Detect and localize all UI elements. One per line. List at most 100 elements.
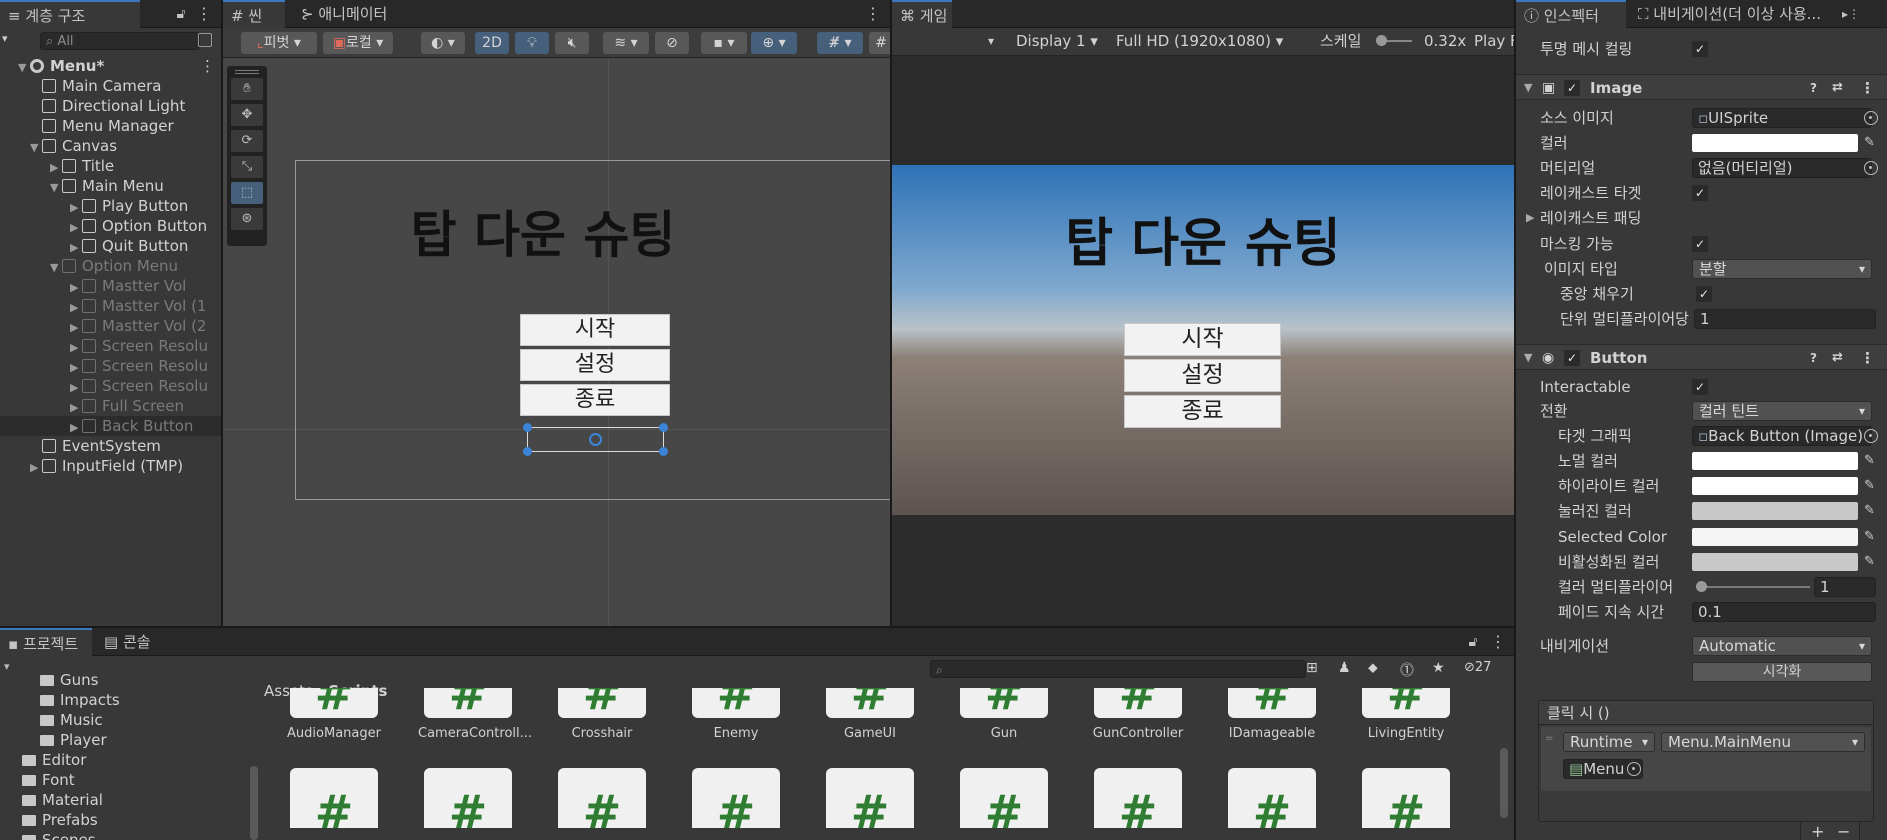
folder-item[interactable]: Player <box>0 730 258 750</box>
hierarchy-search-input[interactable]: ⌕ All <box>40 32 200 50</box>
pressed-eyedropper-icon[interactable]: ✎ <box>1864 500 1875 522</box>
color-multiplier-thumb[interactable] <box>1696 581 1707 592</box>
script-asset[interactable]: # CameraControll... <box>418 688 532 741</box>
handle-br[interactable] <box>659 447 668 456</box>
expand-right-icon[interactable]: ▶ <box>70 378 82 398</box>
expand-down-icon[interactable]: ▼ <box>50 178 62 198</box>
hierarchy-item[interactable]: ▶ Title <box>0 156 221 176</box>
culling-checkbox[interactable]: ✓ <box>1692 41 1708 57</box>
handle-tr[interactable] <box>659 423 668 432</box>
hierarchy-item[interactable]: Main Camera <box>0 76 221 96</box>
fade-duration-field[interactable]: 0.1 <box>1692 602 1876 622</box>
inspector-more-tabs-icon[interactable]: ▸⋮ <box>1842 4 1860 24</box>
method-dropdown[interactable]: Menu.MainMenu <box>1661 732 1865 752</box>
ppu-field[interactable]: 1 <box>1694 309 1876 329</box>
hierarchy-item[interactable]: ▼ Canvas <box>0 136 221 156</box>
hierarchy-item[interactable]: ▶ Mastter Vol (2 <box>0 316 221 336</box>
scene-settings-button[interactable]: 설정 <box>520 349 670 381</box>
button-foldout-arrow-icon[interactable]: ▼ <box>1524 345 1532 371</box>
hierarchy-item[interactable]: ▶ Back Button <box>0 416 221 436</box>
color-multiplier-field[interactable]: 1 <box>1814 577 1876 597</box>
hierarchy-item[interactable]: ▶ Quit Button <box>0 236 221 256</box>
lock-icon[interactable]: 🔓︎ <box>172 4 190 24</box>
pivot-dropdown[interactable]: ⌞피벗 ▾ <box>241 32 317 54</box>
eyedropper-icon[interactable]: ✎ <box>1864 132 1875 154</box>
local-dropdown[interactable]: ▣로컬 ▾ <box>323 32 393 54</box>
project-kebab-icon[interactable]: ⋮ <box>1490 632 1506 652</box>
maskable-checkbox[interactable]: ✓ <box>1692 236 1708 252</box>
shading-dropdown[interactable]: ◐ ▾ <box>421 32 465 54</box>
highlight-color-swatch[interactable] <box>1692 477 1858 495</box>
hand-tool-icon[interactable]: ✋︎ <box>231 78 263 100</box>
raycast-target-checkbox[interactable]: ✓ <box>1692 185 1708 201</box>
expand-right-icon[interactable]: ▶ <box>70 238 82 258</box>
move-tool-icon[interactable]: ✥ <box>231 104 263 126</box>
remove-event-icon[interactable]: − <box>1837 822 1850 840</box>
game-viewport[interactable]: 탑 다운 슈팅 시작 설정 종료 <box>892 165 1514 515</box>
search-options-icon[interactable] <box>198 33 212 47</box>
button-enabled-checkbox[interactable]: ✓ <box>1564 350 1580 366</box>
asset-scrollbar[interactable] <box>1500 748 1508 818</box>
selected-rect-gizmo[interactable] <box>523 423 668 456</box>
script-asset[interactable]: # <box>1088 768 1188 828</box>
script-asset[interactable]: # <box>820 768 920 828</box>
disabled-color-swatch[interactable] <box>1692 553 1858 571</box>
tab-navigation[interactable]: ⛶ 내비게이션(더 이상 사용... <box>1630 0 1840 28</box>
script-asset[interactable]: # GameUI <box>820 688 920 741</box>
image-enabled-checkbox[interactable]: ✓ <box>1564 80 1580 96</box>
scene-quit-button[interactable]: 종료 <box>520 384 670 416</box>
selected-eyedropper-icon[interactable]: ✎ <box>1864 526 1875 548</box>
hierarchy-item[interactable]: ▶ Screen Resolu <box>0 336 221 356</box>
button-component-menu-icon[interactable]: ⋮ <box>1860 345 1875 371</box>
tab-game[interactable]: ⌘ 게임 <box>892 0 952 28</box>
script-asset[interactable]: # <box>418 768 518 828</box>
search-by-type-icon[interactable]: ⊞ <box>1306 660 1318 676</box>
button-help-icon[interactable]: ? <box>1810 345 1817 371</box>
expand-down-icon[interactable]: ▼ <box>30 138 42 158</box>
audio-toggle-icon[interactable]: 🔇︎ <box>555 32 589 54</box>
help-icon[interactable]: ? <box>1810 75 1817 101</box>
rotate-tool-icon[interactable]: ⟳ <box>231 130 263 152</box>
script-asset[interactable]: # IDamageable <box>1222 688 1322 741</box>
tab-animator[interactable]: ⊱ 애니메이터 <box>293 0 413 28</box>
button-component-header[interactable]: ▼ ◉ ✓ Button ? ⇄ ⋮ <box>1516 344 1887 370</box>
folder-item[interactable]: Impacts <box>0 690 258 710</box>
tab-hierarchy[interactable]: ≡ 계층 구조 <box>0 0 140 28</box>
add-event-icon[interactable]: + <box>1811 822 1824 840</box>
resolution-dropdown[interactable]: Full HD (1920x1080) ▾ <box>1116 28 1283 54</box>
script-asset[interactable]: # <box>954 768 1054 828</box>
script-asset[interactable]: # <box>686 768 786 828</box>
hierarchy-item[interactable]: ▶ Mastter Vol (1 <box>0 296 221 316</box>
hierarchy-item[interactable]: EventSystem <box>0 436 221 456</box>
hierarchy-item[interactable]: ▼ Menu* ⋮ <box>0 56 221 76</box>
hierarchy-item[interactable]: ▶ Option Button <box>0 216 221 236</box>
image-component-header[interactable]: ▼ ▣ ✓ Image ? ⇄ ⋮ <box>1516 74 1887 100</box>
expand-right-icon[interactable]: ▶ <box>70 318 82 338</box>
grid-toggle-icon[interactable]: # <box>869 32 890 54</box>
selected-color-swatch[interactable] <box>1692 528 1858 546</box>
expand-right-icon[interactable]: ▶ <box>30 458 42 478</box>
scene-start-button[interactable]: 시작 <box>520 314 670 346</box>
folder-scrollbar[interactable] <box>250 766 258 840</box>
expand-right-icon[interactable]: ▶ <box>70 398 82 418</box>
normal-color-swatch[interactable] <box>1692 452 1858 470</box>
play-focused-dropdown[interactable]: Play F <box>1474 28 1514 54</box>
fill-center-checkbox[interactable]: ✓ <box>1696 286 1712 302</box>
tab-console[interactable]: ▤ 콘솔 <box>96 628 166 656</box>
foldout-arrow-icon[interactable]: ▼ <box>1524 75 1532 101</box>
tab-inspector[interactable]: ⓘ 인스펙터 <box>1516 0 1626 28</box>
hierarchy-item[interactable]: Directional Light <box>0 96 221 116</box>
pivot-handle[interactable] <box>589 433 602 446</box>
kebab-menu-icon[interactable]: ⋮ <box>196 4 212 24</box>
hierarchy-item[interactable]: ▶ Full Screen <box>0 396 221 416</box>
scene-viewport[interactable]: 탑 다운 슈팅 시작 설정 종료 ✋︎ ✥ ⟳ ⤡ ⬚ ⊛ <box>223 59 890 626</box>
expand-right-icon[interactable]: ▶ <box>50 158 62 178</box>
visualize-button[interactable]: 시각화 <box>1692 662 1872 682</box>
tab-project[interactable]: ▪ 프로젝트 <box>0 628 92 656</box>
material-picker-icon[interactable] <box>1864 161 1878 175</box>
color-multiplier-slider[interactable] <box>1696 581 1810 592</box>
mode-2d-toggle[interactable]: 2D <box>475 32 509 54</box>
label-icon[interactable]: ⬥ <box>1368 660 1378 676</box>
reorder-handle-icon[interactable]: = <box>1545 733 1553 744</box>
expand-right-icon[interactable]: ▶ <box>70 218 82 238</box>
